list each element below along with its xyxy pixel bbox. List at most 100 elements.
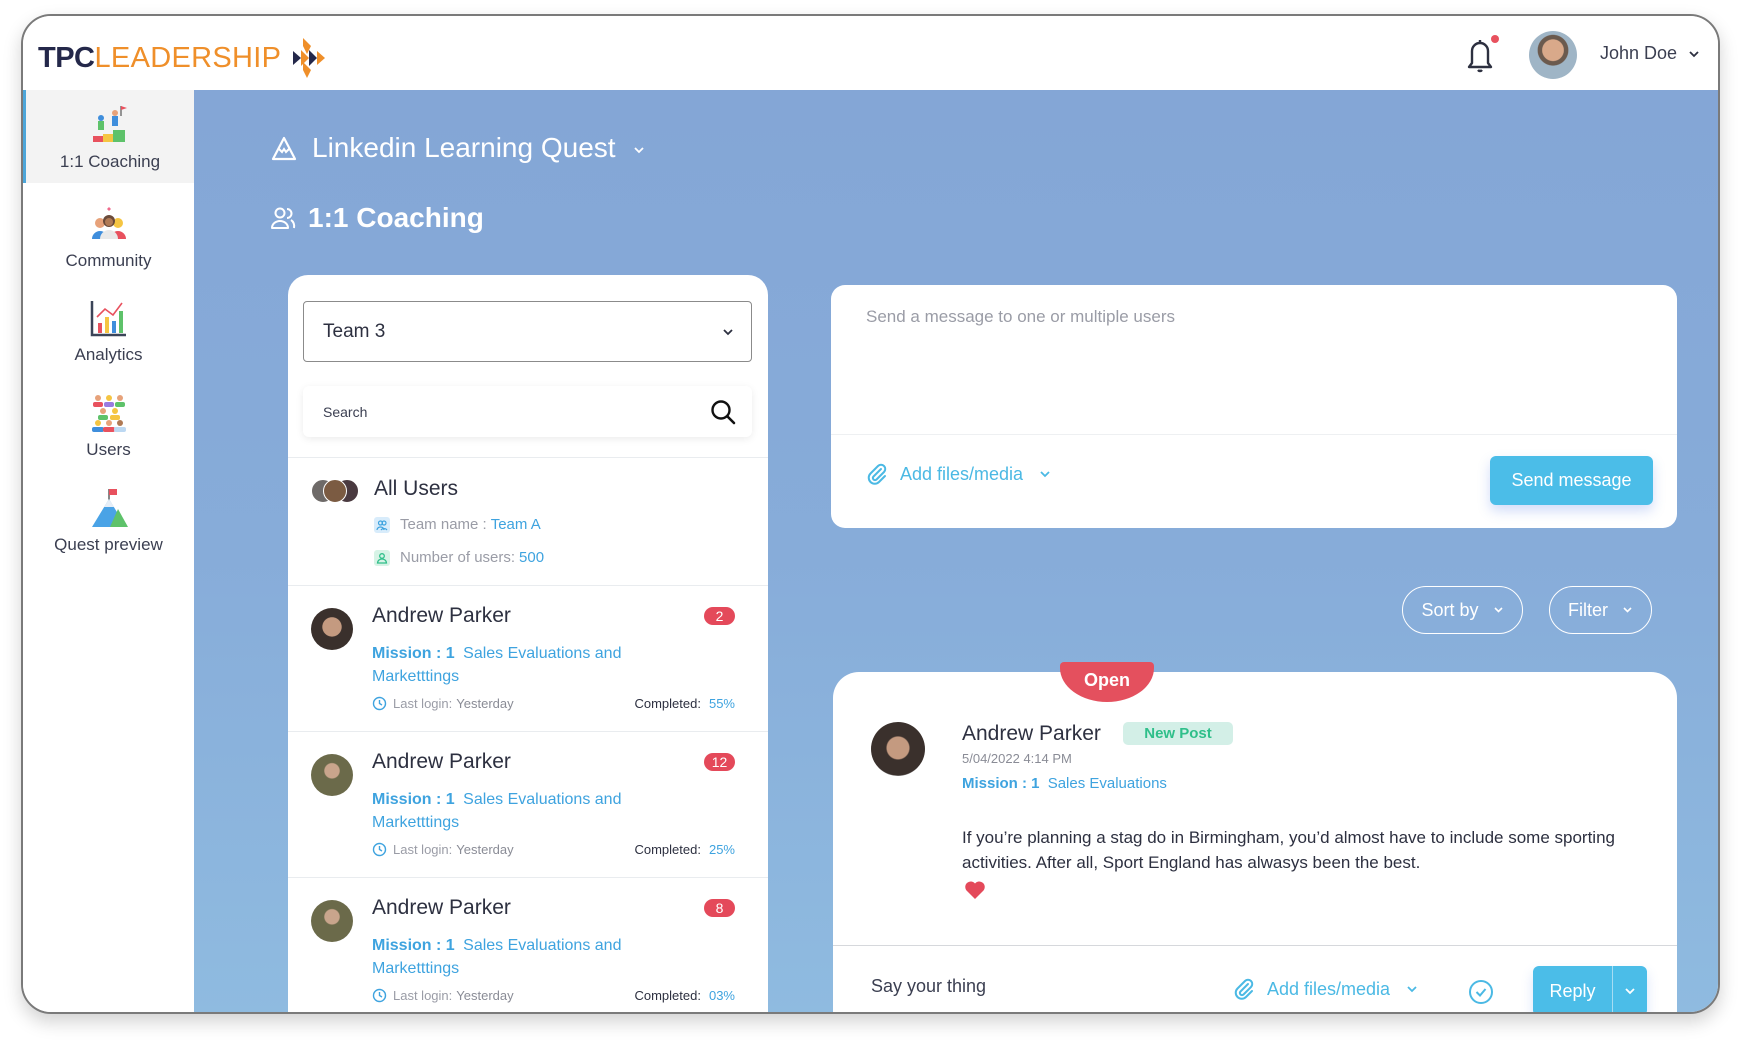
sidebar-item-label: Quest preview [54,535,163,554]
mission-text[interactable]: Mission : 1 Sales Evaluations and Market… [372,934,672,980]
logo[interactable]: TPC LEADERSHIP [38,36,329,80]
sidebar-item-quest-preview[interactable]: Quest preview [23,473,194,568]
users-icon [91,395,126,432]
quest-preview-icon [91,489,128,527]
completed-label: Completed: [634,696,701,711]
mission-text[interactable]: Mission : 1 Sales Evaluations and Market… [372,788,672,834]
reply-input[interactable] [871,976,1171,997]
post-author[interactable]: Andrew Parker [962,722,1101,746]
chevron-down-icon [1625,988,1635,995]
all-users-item[interactable]: All Users Team name : Team A Number of u… [288,458,768,585]
chevron-down-icon [1493,607,1503,613]
team-select-value: Team 3 [323,320,386,342]
last-login-value: Yesterday [456,696,514,711]
logo-mark-icon [293,38,326,78]
team-name-line: Team name : Team A [374,516,541,533]
check-circle-icon[interactable] [1468,979,1494,1005]
user-list-item[interactable]: Andrew Parker 8 Mission : 1 Sales Evalua… [288,878,768,1012]
reply-options-button[interactable] [1613,966,1647,1012]
sidebar-item-label: Analytics [74,345,143,364]
search-icon[interactable] [709,398,737,426]
sidebar-item-label: Community [65,251,152,270]
post-body: If you’re planning a stag do in Birmingh… [962,828,1615,872]
sidebar-item-users[interactable]: Users [23,378,194,468]
mountain-icon [271,136,297,161]
new-post-badge: New Post [1123,722,1233,745]
all-users-title: All Users [374,477,459,500]
add-files-label: Add files/media [900,463,1024,484]
mission-label: Mission : 1 [962,775,1040,792]
mission-title: Sales Evaluations [1047,775,1167,792]
sidebar-item-analytics[interactable]: Analytics [23,283,194,373]
send-message-button[interactable]: Send message [1490,456,1653,505]
search-input[interactable] [323,403,683,420]
last-login-value: Yesterday [456,842,514,857]
user-list-panel: Team 3 All Users [288,275,768,1012]
chevron-down-icon [1040,471,1050,478]
section-title: 1:1 Coaching [308,202,484,233]
clock-icon [372,842,387,857]
chevron-down-icon [633,147,644,154]
sidebar: 1:1 Coaching Community Analytics Users Q… [23,90,194,1012]
users-outline-icon [271,207,296,229]
analytics-icon [90,301,126,337]
completion: Completed: 03% [634,988,735,1003]
mission-text[interactable]: Mission : 1 Sales Evaluations and Market… [372,642,672,688]
sort-by-label: Sort by [1421,599,1479,620]
reply-split-button: Reply [1533,966,1647,1012]
user-list-item[interactable]: Andrew Parker 12 Mission : 1 Sales Evalu… [288,732,768,878]
completed-value: 25% [708,842,735,857]
avatar [311,900,353,942]
message-composer: Add files/media Send message [831,285,1677,528]
clock-icon [372,988,387,1003]
completed-label: Completed: [634,842,701,857]
sidebar-item-community[interactable]: Community [23,189,194,279]
user-name: Andrew Parker [372,896,511,919]
quest-title: Linkedin Learning Quest [312,132,616,163]
mission-label: Mission : 1 [372,791,455,808]
avatar[interactable] [871,722,925,776]
completion: Completed: 25% [634,842,735,857]
add-files-button[interactable]: Add files/media [866,463,1051,485]
divider [831,434,1677,435]
user-list-item[interactable]: Andrew Parker 2 Mission : 1 Sales Evalua… [288,586,768,732]
team-select[interactable]: Team 3 [303,301,752,362]
chevron-down-icon[interactable] [1688,49,1700,59]
completion: Completed: 55% [634,696,735,711]
divider [833,945,1677,946]
sidebar-item-coaching[interactable]: 1:1 Coaching [23,90,194,183]
search-box [303,386,752,437]
clock-icon [372,696,387,711]
notification-dot [1491,35,1499,43]
user-avatar[interactable] [1529,31,1577,79]
message-input[interactable] [866,307,1646,417]
reply-button[interactable]: Reply [1533,966,1613,1012]
last-login-label: Last login: [393,988,453,1003]
filter-button[interactable]: Filter [1549,586,1652,634]
quest-selector[interactable]: Linkedin Learning Quest [270,132,646,164]
last-login-label: Last login: [393,842,453,857]
paperclip-icon [867,463,887,485]
team-name-label: Team name : [400,516,487,533]
sidebar-item-label: 1:1 Coaching [59,152,161,171]
post-date: 5/04/2022 4:14 PM [962,751,1072,766]
team-name-value: Team A [490,516,541,533]
user-count-label: Number of users: [400,549,516,566]
completed-label: Completed: [634,988,701,1003]
user-icon [374,549,390,566]
main-content: Linkedin Learning Quest 1:1 Coaching Tea… [194,90,1718,1012]
completed-value: 03% [708,988,735,1003]
top-header: TPC LEADERSHIP John Doe [23,16,1718,90]
logo-secondary: LEADERSHIP [94,41,282,74]
user-name[interactable]: John Doe [1600,43,1677,64]
sort-by-button[interactable]: Sort by [1402,586,1523,634]
reply-add-files-button[interactable]: Add files/media [1233,978,1418,1000]
user-name: Andrew Parker [372,750,511,773]
mission-label: Mission : 1 [372,645,455,662]
post-mission[interactable]: Mission : 1 Sales Evaluations [962,775,1167,792]
add-files-label: Add files/media [1267,978,1391,999]
last-login-value: Yesterday [456,988,514,1003]
paperclip-icon [1234,978,1254,1000]
coaching-icon [93,106,127,142]
heart-icon[interactable] [964,880,986,900]
